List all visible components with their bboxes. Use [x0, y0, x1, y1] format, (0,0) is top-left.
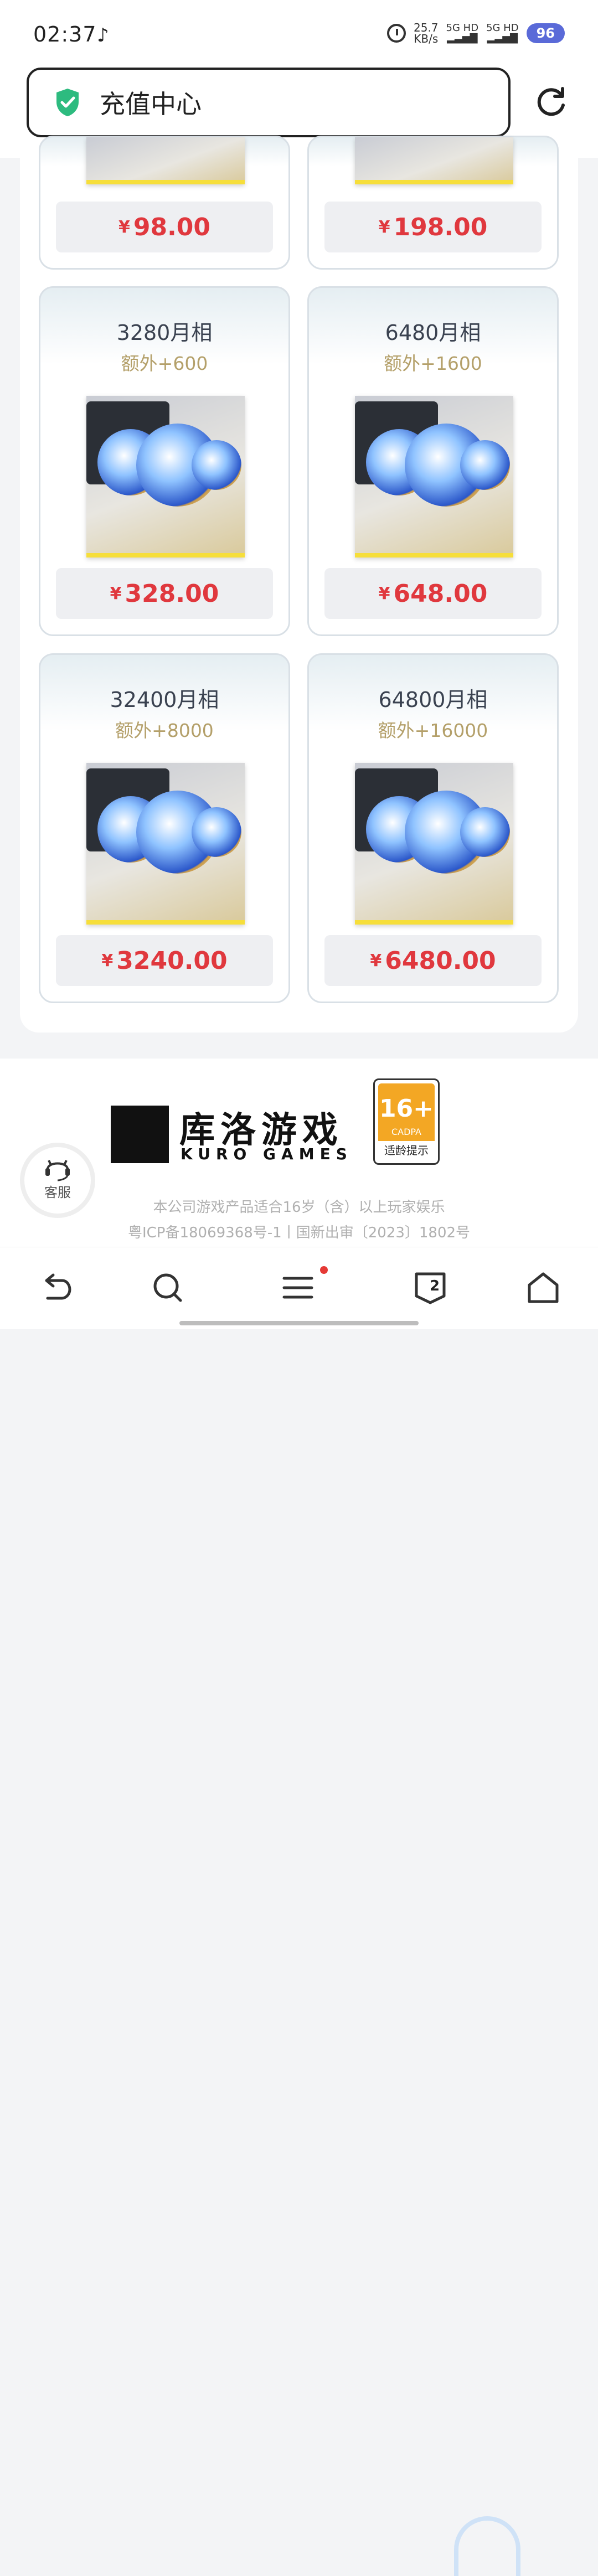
- back-arrow-icon[interactable]: [38, 1269, 74, 1306]
- shield-check-icon: [54, 87, 81, 117]
- product-card[interactable]: 64800月相 额外+16000 ¥ 6480.00: [307, 653, 559, 1003]
- customer-service-button[interactable]: 客服: [20, 1143, 95, 1218]
- price-label: ¥ 198.00: [324, 202, 542, 252]
- product-name: 6480月相: [385, 321, 481, 345]
- gem-graphic: [192, 440, 241, 490]
- page-title: 充值中心: [100, 89, 202, 119]
- home-indicator[interactable]: [179, 1321, 419, 1325]
- gem-graphic: [460, 807, 510, 857]
- product-bonus: 额外+8000: [115, 720, 214, 741]
- address-bar[interactable]: 充值中心: [27, 68, 511, 137]
- age-rating-background: 16+ CADPA 适龄提示: [378, 1083, 435, 1160]
- speed-value: 25.7: [414, 21, 439, 34]
- bottom-navigation: [0, 1247, 598, 2576]
- product-name: 32400月相: [110, 688, 219, 712]
- product-name: 3280月相: [116, 321, 213, 345]
- age-rating-badge: 16+ CADPA 适龄提示: [373, 1078, 440, 1165]
- status-bar: 02:37 ♪ 25.7 KB/s 5G HD ▂▃▅▇ 5G HD ▂▃▅▇ …: [0, 0, 598, 66]
- battery-level: 96: [526, 23, 565, 43]
- headset-cat-icon: [45, 1160, 70, 1181]
- product-card[interactable]: 3280月相 额外+600 ¥ 328.00: [39, 286, 290, 636]
- sim2-signal: 5G HD ▂▃▅▇: [486, 23, 519, 43]
- product-card[interactable]: 6480月相 额外+1600 ¥ 648.00: [307, 286, 559, 636]
- product-image: [355, 137, 513, 184]
- notification-dot: [320, 1266, 328, 1274]
- tab-count: 2: [430, 1278, 440, 1294]
- price-label: ¥ 648.00: [324, 568, 542, 619]
- customer-service-label: 客服: [44, 1185, 71, 1200]
- product-bonus: 额外+1600: [384, 353, 482, 374]
- network-speed: 25.7 KB/s: [414, 22, 439, 44]
- product-panel: ¥ 98.00 ¥ 198.00 3280月相 额外+600 ¥ 328.00 …: [20, 136, 578, 1033]
- speed-unit: KB/s: [414, 32, 439, 45]
- status-indicators: 25.7 KB/s 5G HD ▂▃▅▇ 5G HD ▂▃▅▇ 96: [387, 22, 565, 44]
- product-image: [86, 137, 245, 184]
- alarm-icon: [387, 24, 406, 43]
- signal-bars-icon: ▂▃▅▇: [487, 32, 518, 44]
- product-image: [86, 396, 245, 557]
- product-card[interactable]: ¥ 198.00: [307, 136, 559, 270]
- price-label: ¥ 328.00: [56, 568, 273, 619]
- search-icon[interactable]: [150, 1269, 186, 1306]
- menu-icon[interactable]: [280, 1269, 316, 1306]
- kuro-games-logo-icon: [111, 1106, 169, 1163]
- product-bonus: 额外+600: [121, 353, 208, 374]
- age-rating-number: 16+: [379, 1095, 434, 1123]
- product-card[interactable]: ¥ 98.00: [39, 136, 290, 270]
- footer: 库洛游戏 KURO GAMES 16+ CADPA 适龄提示: [0, 1059, 598, 1247]
- tiktok-icon: ♪: [97, 24, 109, 47]
- brand-name-en: KURO GAMES: [181, 1145, 353, 1163]
- status-time: 02:37: [33, 22, 97, 47]
- home-icon[interactable]: [525, 1269, 561, 1306]
- age-rating-org: CADPA: [391, 1127, 421, 1137]
- product-image: [355, 396, 513, 557]
- product-card[interactable]: 32400月相 额外+8000 ¥ 3240.00: [39, 653, 290, 1003]
- gem-graphic: [460, 440, 510, 490]
- product-image: [86, 763, 245, 925]
- age-rating-tip: 适龄提示: [378, 1141, 435, 1160]
- product-image: [355, 763, 513, 925]
- gem-graphic: [192, 807, 241, 857]
- refresh-icon[interactable]: [534, 85, 568, 120]
- license-info: 粤ICP备18069368号-1丨国新出审〔2023〕1802号: [127, 1225, 471, 1241]
- price-label: ¥ 98.00: [56, 202, 273, 252]
- price-label: ¥ 3240.00: [56, 935, 273, 986]
- sim1-signal: 5G HD ▂▃▅▇: [446, 23, 479, 43]
- price-label: ¥ 6480.00: [324, 935, 542, 986]
- signal-bars-icon: ▂▃▅▇: [447, 32, 478, 44]
- product-bonus: 额外+16000: [378, 720, 488, 741]
- product-name: 64800月相: [378, 688, 488, 712]
- mascot-icon: [454, 2516, 520, 2576]
